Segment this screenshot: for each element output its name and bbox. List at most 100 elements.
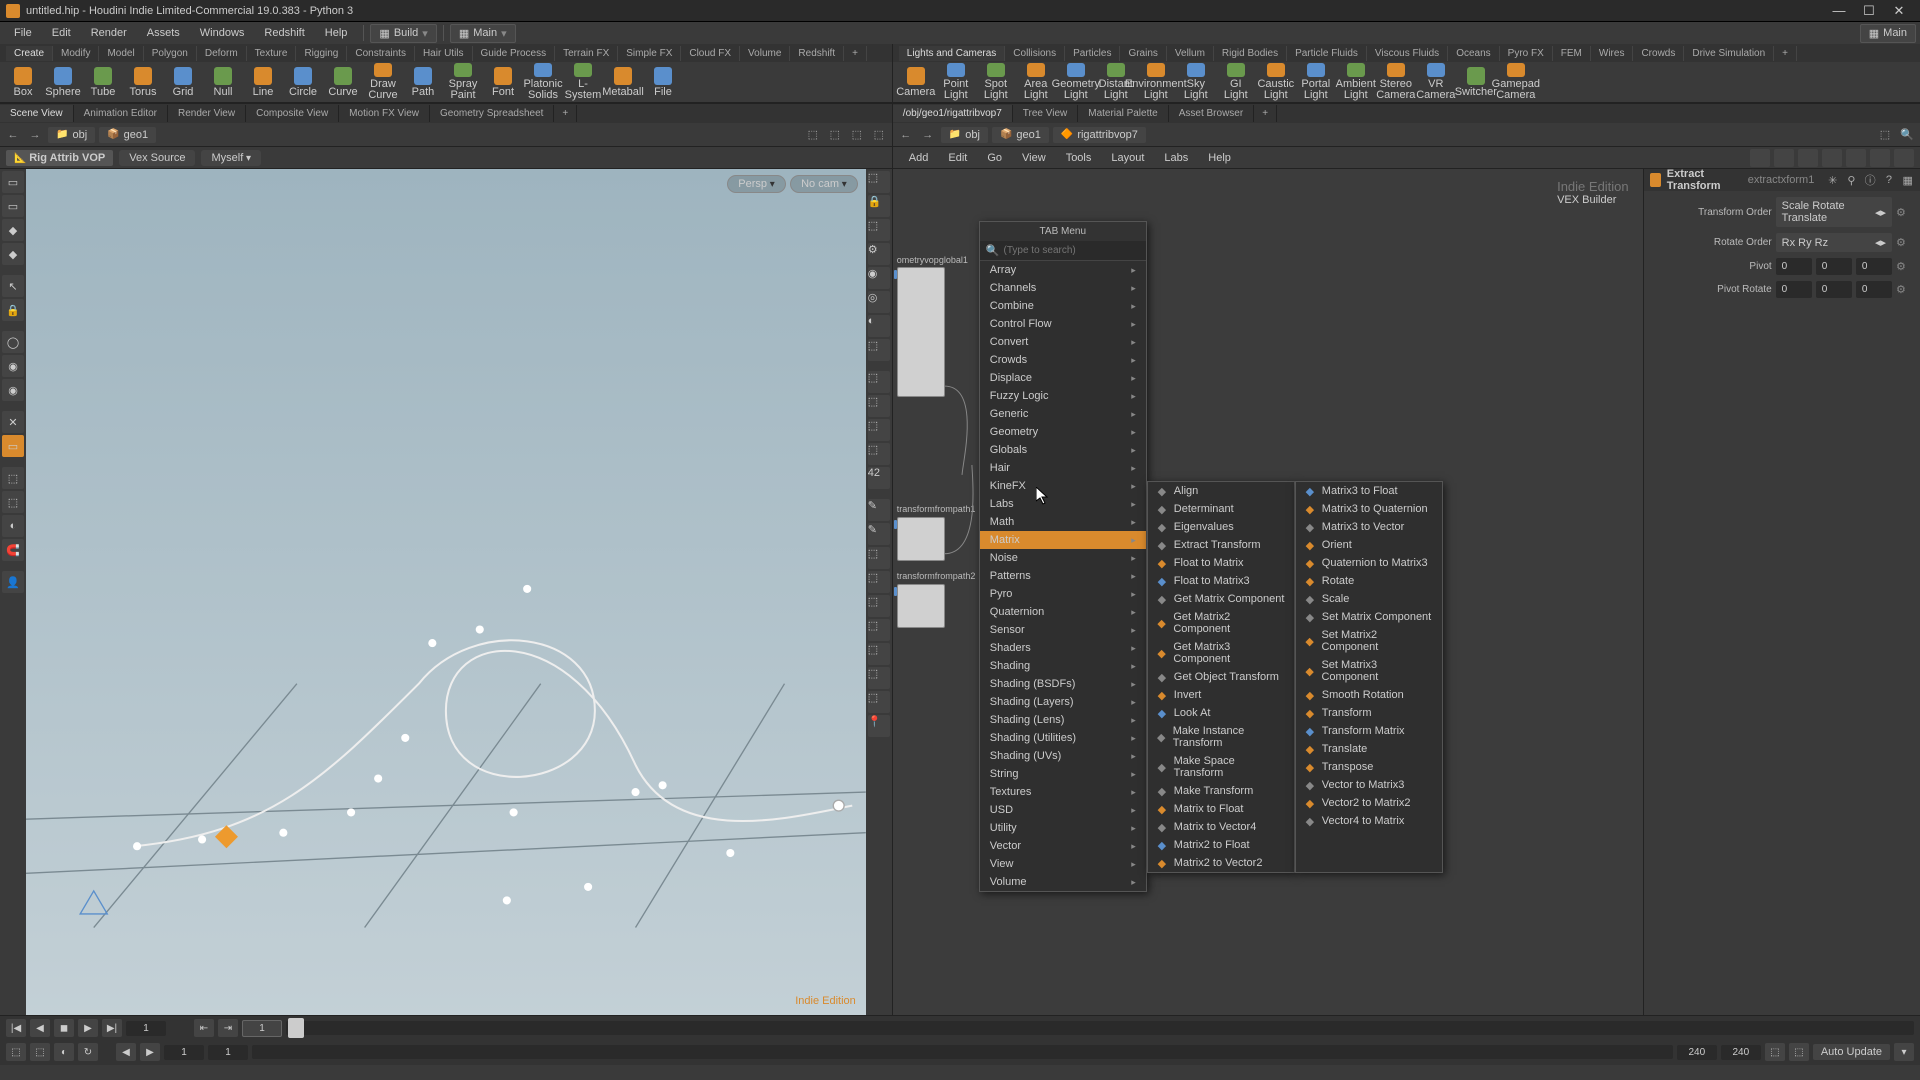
shelf-tab[interactable]: Collisions [1005, 46, 1065, 61]
tabmenu-item[interactable]: Shading▸ [980, 657, 1146, 675]
parm-dropdown[interactable]: Scale Rotate Translate◂▸ [1776, 197, 1892, 227]
view-tool[interactable]: ▭ [2, 171, 24, 193]
range-end2[interactable]: 240 [1721, 1045, 1761, 1060]
matrix-submenu-col2[interactable]: ◆Matrix3 to Float◆Matrix3 to Quaternion◆… [1295, 481, 1443, 873]
parm-input[interactable]: 0 [1816, 258, 1852, 275]
tabmenu-item[interactable]: Math▸ [980, 513, 1146, 531]
net-tool-icon[interactable] [1870, 149, 1890, 167]
myself-dropdown[interactable]: Myself ▾ [201, 150, 261, 166]
tabmenu-item[interactable]: Displace▸ [980, 369, 1146, 387]
path-geo[interactable]: 📦 geo1 [99, 127, 156, 143]
path-root[interactable]: 📁 obj [941, 127, 988, 143]
parm-gear-icon[interactable]: ⚙ [1896, 260, 1912, 273]
view-tool[interactable]: ✕ [2, 411, 24, 433]
shelf-tool[interactable]: Camera [897, 63, 935, 101]
submenu-item[interactable]: ◆Matrix3 to Vector [1296, 518, 1442, 536]
view-tool[interactable]: ◆ [2, 219, 24, 241]
shelf-tool[interactable]: Geometry Light [1057, 63, 1095, 101]
play-button[interactable]: ▶ [78, 1019, 98, 1037]
submenu-item[interactable]: ◆Scale [1296, 590, 1442, 608]
view-tool[interactable]: ⬚ [868, 619, 890, 641]
pin-icon[interactable]: ⚲ [1845, 172, 1858, 188]
pane-tab[interactable]: Composite View [246, 105, 339, 122]
tl-opt[interactable]: ▾ [1894, 1043, 1914, 1061]
view-tool[interactable]: ⬚ [868, 595, 890, 617]
shelf-tab[interactable]: Simple FX [618, 46, 681, 61]
shelf-tool[interactable]: Metaball [604, 63, 642, 101]
parm-input[interactable]: 0 [1776, 258, 1812, 275]
shelf-tool[interactable]: Ambient Light [1337, 63, 1375, 101]
range-lock[interactable]: ⇥ [218, 1019, 238, 1037]
parm-gear-icon[interactable]: ⚙ [1896, 206, 1912, 219]
tabmenu-item[interactable]: View▸ [980, 855, 1146, 873]
range-start2[interactable]: 1 [208, 1045, 248, 1060]
first-frame-button[interactable]: |◀ [6, 1019, 26, 1037]
view-tool[interactable]: ⬚ [868, 171, 890, 193]
view-tool[interactable]: 42 [868, 467, 890, 489]
tabmenu-item[interactable]: Shading (Lens)▸ [980, 711, 1146, 729]
playhead[interactable] [288, 1018, 304, 1038]
view-tool[interactable]: ⬚ [868, 443, 890, 465]
view-tool[interactable]: ◐ [868, 315, 890, 337]
view-tool[interactable]: ⬚ [868, 371, 890, 393]
shelf-tab[interactable]: Rigging [296, 46, 347, 61]
submenu-item[interactable]: ◆Float to Matrix [1148, 554, 1294, 572]
net-menu-tools[interactable]: Tools [1056, 150, 1102, 166]
current-frame[interactable]: 1 [126, 1021, 166, 1036]
tl-opt[interactable]: ⬚ [1789, 1043, 1809, 1061]
shelf-tool[interactable]: Environment Light [1137, 63, 1175, 101]
desktop-selector-left[interactable]: ▦Build▾ [370, 24, 436, 43]
submenu-item[interactable]: ◆Get Object Transform [1148, 668, 1294, 686]
auto-update-toggle[interactable]: Auto Update [1813, 1044, 1890, 1060]
parm-input[interactable]: 0 [1776, 281, 1812, 298]
shelf-tool[interactable]: Stereo Camera [1377, 63, 1415, 101]
tabmenu-item[interactable]: Convert▸ [980, 333, 1146, 351]
tab-menu[interactable]: TAB Menu 🔍 Array▸Channels▸Combine▸Contro… [979, 221, 1147, 892]
shelf-tab[interactable]: Create [6, 46, 53, 61]
submenu-item[interactable]: ◆Matrix3 to Quaternion [1296, 500, 1442, 518]
tabmenu-item[interactable]: Quaternion▸ [980, 603, 1146, 621]
net-menu-go[interactable]: Go [977, 150, 1012, 166]
last-frame-button[interactable]: ▶| [102, 1019, 122, 1037]
close-button[interactable]: ✕ [1884, 2, 1914, 20]
shelf-tab[interactable]: Viscous Fluids [1367, 46, 1448, 61]
tabmenu-item[interactable]: Hair▸ [980, 459, 1146, 477]
parm-input[interactable]: 0 [1856, 258, 1892, 275]
pane-tab[interactable]: Render View [168, 105, 246, 122]
net-menu-edit[interactable]: Edit [938, 150, 977, 166]
shelf-tool[interactable]: Null [204, 63, 242, 101]
forward-button[interactable]: → [26, 126, 44, 144]
submenu-item[interactable]: ◆Rotate [1296, 572, 1442, 590]
shelf-tab[interactable]: Wires [1591, 46, 1634, 61]
tabmenu-item[interactable]: Fuzzy Logic▸ [980, 387, 1146, 405]
shelf-tool[interactable]: Torus [124, 63, 162, 101]
tabmenu-item[interactable]: Sensor▸ [980, 621, 1146, 639]
view-tool[interactable]: 🔒 [868, 195, 890, 217]
shelf-tab[interactable]: Rigid Bodies [1214, 46, 1287, 61]
shelf-tab[interactable]: Particle Fluids [1287, 46, 1367, 61]
back-button[interactable]: ← [897, 126, 915, 144]
shelf-tool[interactable]: Path [404, 63, 442, 101]
prev-frame-button[interactable]: ◀ [30, 1019, 50, 1037]
shelf-tab[interactable]: Modify [53, 46, 99, 61]
vex-source-dropdown[interactable]: Vex Source [119, 150, 195, 166]
pane-tab[interactable]: Material Palette [1078, 105, 1168, 122]
range-track[interactable] [252, 1045, 1673, 1059]
menu-windows[interactable]: Windows [190, 25, 255, 41]
view-tool[interactable]: ⬚ [868, 571, 890, 593]
view-tool[interactable]: 🧲 [2, 539, 24, 561]
path-root[interactable]: 📁 obj [48, 127, 95, 143]
view-tool[interactable]: ⬚ [868, 339, 890, 361]
submenu-item[interactable]: ◆Invert [1148, 686, 1294, 704]
menu-redshift[interactable]: Redshift [254, 25, 314, 41]
view-tool[interactable]: 🔒 [2, 299, 24, 321]
path-vop[interactable]: 🔶 rigattribvop7 [1053, 127, 1146, 143]
submenu-item[interactable]: ◆Vector to Matrix3 [1296, 776, 1442, 794]
shelf-tab[interactable]: Grains [1120, 46, 1166, 61]
submenu-item[interactable]: ◆Transpose [1296, 758, 1442, 776]
net-menu-add[interactable]: Add [899, 150, 939, 166]
shelf-tab[interactable]: Crowds [1633, 46, 1684, 61]
view-tool[interactable]: 👤 [2, 571, 24, 593]
pane-icon[interactable]: ⬚ [848, 126, 866, 144]
view-tool[interactable]: ✎ [868, 499, 890, 521]
